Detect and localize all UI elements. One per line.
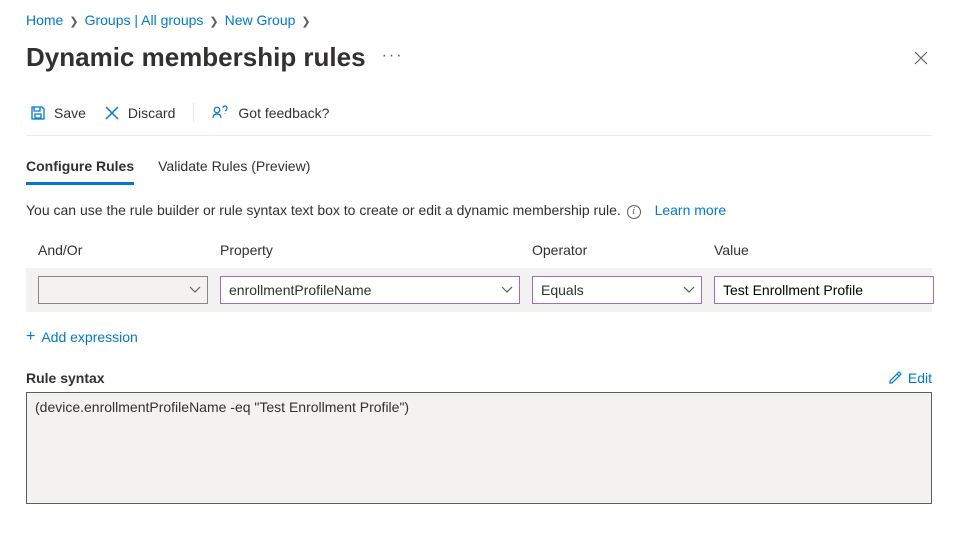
breadcrumb-groups[interactable]: Groups | All groups: [85, 12, 204, 28]
andor-select[interactable]: [38, 276, 208, 304]
rule-row: enrollmentProfileName Equals: [26, 268, 932, 312]
info-icon[interactable]: i: [627, 205, 641, 219]
toolbar-separator: [193, 103, 194, 123]
header-andor: And/Or: [38, 242, 208, 258]
add-expression-label: Add expression: [41, 329, 138, 345]
pencil-icon: [888, 371, 902, 385]
property-select[interactable]: enrollmentProfileName: [220, 276, 520, 304]
discard-icon: [104, 105, 120, 121]
tab-configure-rules[interactable]: Configure Rules: [26, 152, 134, 185]
close-icon[interactable]: [910, 47, 932, 69]
chevron-right-icon: ❯: [69, 15, 78, 28]
breadcrumb-new-group[interactable]: New Group: [225, 12, 296, 28]
save-icon: [30, 105, 46, 121]
header-property: Property: [220, 242, 520, 258]
operator-select[interactable]: Equals: [532, 276, 702, 304]
chevron-down-icon: [501, 286, 513, 294]
description-text: You can use the rule builder or rule syn…: [26, 202, 621, 218]
page-title: Dynamic membership rules: [26, 42, 366, 73]
value-input[interactable]: [714, 276, 934, 304]
tabs: Configure Rules Validate Rules (Preview): [26, 152, 932, 186]
chevron-right-icon: ❯: [209, 15, 218, 28]
tab-validate-rules[interactable]: Validate Rules (Preview): [158, 152, 310, 185]
chevron-right-icon: ❯: [301, 15, 310, 28]
toolbar: Save Discard Got feedback?: [26, 101, 932, 136]
breadcrumb-home[interactable]: Home: [26, 12, 63, 28]
breadcrumb: Home ❯ Groups | All groups ❯ New Group ❯: [26, 8, 932, 32]
property-value: enrollmentProfileName: [229, 282, 371, 298]
save-label: Save: [54, 105, 86, 121]
discard-label: Discard: [128, 105, 175, 121]
feedback-button[interactable]: Got feedback?: [208, 101, 333, 125]
rule-builder-headers: And/Or Property Operator Value: [26, 242, 932, 268]
header-value: Value: [714, 242, 934, 258]
chevron-down-icon: [683, 286, 695, 294]
save-button[interactable]: Save: [26, 101, 90, 125]
add-expression-button[interactable]: + Add expression: [26, 328, 932, 346]
feedback-label: Got feedback?: [238, 105, 329, 121]
edit-syntax-button[interactable]: Edit: [888, 370, 932, 386]
edit-label: Edit: [908, 370, 932, 386]
plus-icon: +: [26, 328, 35, 346]
chevron-down-icon: [189, 286, 201, 294]
delete-row-button[interactable]: [946, 282, 958, 298]
discard-button[interactable]: Discard: [100, 101, 179, 125]
learn-more-link[interactable]: Learn more: [655, 202, 727, 218]
rule-syntax-label: Rule syntax: [26, 370, 105, 386]
more-icon[interactable]: ···: [382, 47, 404, 65]
rule-syntax-textarea[interactable]: [26, 392, 932, 504]
description: You can use the rule builder or rule syn…: [26, 202, 932, 220]
operator-value: Equals: [541, 282, 584, 298]
feedback-icon: [212, 105, 230, 121]
header-operator: Operator: [532, 242, 702, 258]
